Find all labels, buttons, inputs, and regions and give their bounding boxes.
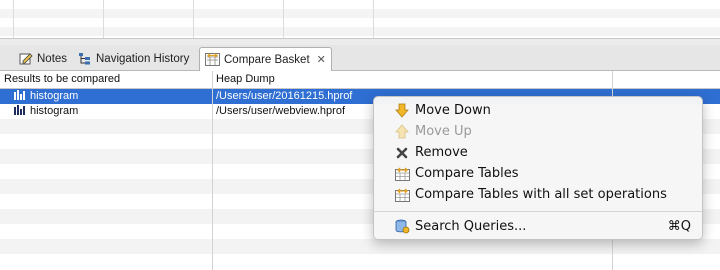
- row-name: histogram: [30, 105, 79, 117]
- upper-table-divider: [103, 0, 104, 38]
- column-divider[interactable]: [212, 71, 213, 270]
- menu-item-shortcut: ⌘Q: [667, 219, 691, 234]
- menu-item-label: Compare Tables: [415, 166, 519, 181]
- upper-table-row: [0, 9, 720, 18]
- upper-table-divider: [13, 0, 14, 38]
- menu-item-label: Remove: [415, 145, 468, 160]
- tab-compare-basket-label: Compare Basket: [224, 53, 310, 66]
- tab-navigation-history[interactable]: Navigation History: [72, 47, 194, 70]
- upper-table-row: [0, 27, 720, 36]
- column-header-results[interactable]: Results to be compared: [0, 71, 212, 89]
- compare-basket-icon: [205, 53, 220, 66]
- navigation-history-icon: [77, 52, 92, 65]
- column-header-empty: [612, 71, 720, 89]
- view-tab-bar: Notes Navigation History Compare Basket …: [0, 45, 720, 71]
- upper-table: [0, 0, 720, 39]
- column-header-heap-dump[interactable]: Heap Dump: [212, 71, 612, 89]
- tab-compare-basket[interactable]: Compare Basket ✕: [199, 47, 332, 71]
- menu-item-label: Move Down: [415, 103, 491, 118]
- compare-tables-set-ops-icon: [394, 187, 410, 203]
- remove-icon: [394, 145, 410, 161]
- upper-table-row: [0, 0, 720, 9]
- upper-table-divider: [193, 0, 194, 38]
- menu-item-move-down[interactable]: Move Down: [374, 100, 702, 121]
- menu-separator: [374, 211, 702, 212]
- notes-icon: [18, 52, 33, 65]
- menu-item-remove[interactable]: Remove: [374, 142, 702, 163]
- row-name: histogram: [30, 90, 79, 102]
- menu-item-compare-tables-set-ops[interactable]: Compare Tables with all set operations: [374, 184, 702, 205]
- tab-notes[interactable]: Notes: [13, 47, 72, 70]
- move-down-icon: [394, 103, 410, 119]
- histogram-icon: [14, 105, 25, 115]
- context-menu: Move Down Move Up Remove Compare Tables …: [373, 96, 703, 240]
- search-queries-icon: [394, 219, 410, 235]
- tab-navigation-history-label: Navigation History: [96, 52, 190, 65]
- upper-table-divider: [373, 0, 374, 38]
- menu-item-search-queries[interactable]: Search Queries... ⌘Q: [374, 216, 702, 237]
- upper-table-divider: [283, 0, 284, 38]
- menu-item-compare-tables[interactable]: Compare Tables: [374, 163, 702, 184]
- tab-notes-label: Notes: [37, 52, 68, 65]
- move-up-icon: [394, 124, 410, 140]
- histogram-icon: [14, 90, 25, 100]
- menu-item-label: Search Queries...: [415, 219, 527, 234]
- menu-item-label: Move Up: [415, 124, 472, 139]
- menu-item-label: Compare Tables with all set operations: [415, 187, 667, 202]
- close-tab-icon[interactable]: ✕: [317, 53, 326, 66]
- compare-tables-icon: [394, 166, 410, 182]
- upper-table-row: [0, 18, 720, 27]
- menu-item-move-up[interactable]: Move Up: [374, 121, 702, 142]
